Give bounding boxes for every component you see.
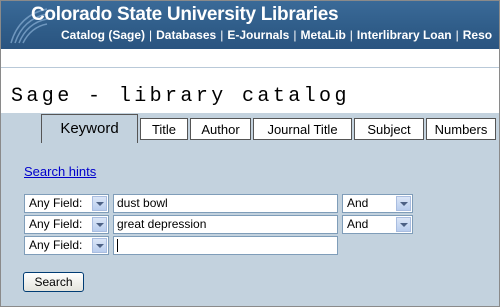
site-title[interactable]: Colorado State University Libraries <box>31 4 339 26</box>
dropdown-arrow-icon <box>396 217 411 232</box>
nav-separator: | <box>149 28 153 42</box>
nav-separator: | <box>349 28 353 42</box>
browser-frame: Colorado State University Libraries Cata… <box>0 0 500 307</box>
search-input-1[interactable]: dust bowl <box>113 194 338 213</box>
operator-select-label: And <box>347 217 369 231</box>
field-select-2[interactable]: Any Field: <box>24 215 109 234</box>
dropdown-arrow-icon <box>92 238 107 253</box>
nav-separator: | <box>220 28 224 42</box>
divider <box>1 67 499 68</box>
tab-subject[interactable]: Subject <box>354 118 424 140</box>
site-header: Colorado State University Libraries Cata… <box>1 1 499 49</box>
dropdown-arrow-icon <box>396 196 411 211</box>
field-select-3[interactable]: Any Field: <box>24 236 109 255</box>
operator-select-1[interactable]: And <box>342 194 413 213</box>
nav-separator: | <box>455 28 459 42</box>
tab-keyword[interactable]: Keyword <box>41 114 138 143</box>
tab-author[interactable]: Author <box>190 118 251 140</box>
search-input-3[interactable] <box>113 236 338 255</box>
search-button[interactable]: Search <box>23 272 84 292</box>
dropdown-arrow-icon <box>92 217 107 232</box>
tab-journal-title[interactable]: Journal Title <box>253 118 352 140</box>
field-select-1[interactable]: Any Field: <box>24 194 109 213</box>
nav-resources[interactable]: Reso <box>463 28 492 42</box>
search-hints-link[interactable]: Search hints <box>24 164 96 179</box>
field-select-label: Any Field: <box>29 217 83 231</box>
top-nav: Catalog (Sage) | Databases | E-Journals | Meta… <box>61 28 492 42</box>
nav-catalog[interactable]: Catalog (Sage) <box>61 28 145 42</box>
dropdown-arrow-icon <box>92 196 107 211</box>
field-select-label: Any Field: <box>29 196 83 210</box>
tab-numbers[interactable]: Numbers <box>426 118 496 140</box>
nav-databases[interactable]: Databases <box>156 28 216 42</box>
nav-metalib[interactable]: MetaLib <box>300 28 345 42</box>
nav-separator: | <box>293 28 297 42</box>
header-spacer <box>1 49 499 75</box>
field-select-label: Any Field: <box>29 238 83 252</box>
nav-interlibrary-loan[interactable]: Interlibrary Loan <box>357 28 452 42</box>
page-title: Sage - library catalog <box>11 85 350 108</box>
tab-title[interactable]: Title <box>140 118 188 140</box>
nav-ejournals[interactable]: E-Journals <box>227 28 289 42</box>
operator-select-2[interactable]: And <box>342 215 413 234</box>
text-caret <box>117 239 118 253</box>
operator-select-label: And <box>347 196 369 210</box>
search-input-2[interactable]: great depression <box>113 215 338 234</box>
